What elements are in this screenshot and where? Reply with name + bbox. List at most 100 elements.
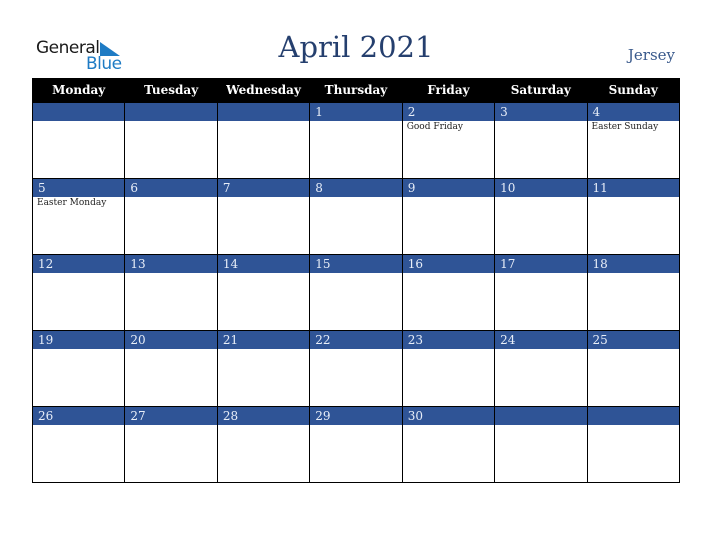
day-cell[interactable]: 8 [309,178,403,255]
day-cell[interactable]: 15 [309,254,403,331]
day-cell[interactable]: 4 Easter Sunday [586,102,681,179]
day-number: 26 [33,407,125,425]
day-cell[interactable]: 29 [309,406,403,483]
day-number: 1 [310,103,402,121]
weekday-header: Saturday [494,78,588,103]
day-cell[interactable] [494,406,588,483]
day-cell[interactable]: 24 [494,330,588,407]
holiday-label [218,349,309,350]
day-number: 27 [125,407,217,425]
weekday-header: Wednesday [216,78,311,103]
day-cell[interactable]: 11 [586,178,681,255]
week-row: 5 Easter Monday 6 7 8 9 10 11 [31,178,681,255]
day-cell[interactable]: 23 [401,330,496,407]
day-number: 23 [402,331,495,349]
day-cell[interactable]: 30 [401,406,496,483]
holiday-label [33,349,124,350]
day-number [587,407,679,425]
day-cell[interactable] [31,102,126,179]
day-cell[interactable]: 14 [216,254,311,331]
holiday-label [218,121,309,122]
day-number: 30 [402,407,495,425]
day-cell[interactable] [216,102,311,179]
day-cell[interactable]: 22 [309,330,403,407]
day-cell[interactable]: 12 [31,254,126,331]
calendar-title: April 2021 [278,30,434,64]
holiday-label [495,197,586,198]
day-cell[interactable]: 25 [586,330,681,407]
day-number: 11 [587,179,679,197]
day-cell[interactable]: 19 [31,330,126,407]
holiday-label [403,349,494,350]
day-number [495,407,587,425]
holiday-label [310,197,401,198]
day-number: 15 [310,255,402,273]
weekday-header: Thursday [309,78,403,103]
day-number: 4 [587,103,679,121]
day-cell[interactable]: 16 [401,254,496,331]
day-cell[interactable]: 18 [586,254,681,331]
holiday-label [310,273,401,274]
day-number: 18 [587,255,679,273]
holiday-label [403,197,494,198]
day-cell[interactable]: 10 [494,178,588,255]
holiday-label [495,273,586,274]
holiday-label [218,197,309,198]
weekday-header: Sunday [586,78,681,103]
day-cell[interactable]: 6 [124,178,218,255]
holiday-label: Good Friday [406,122,463,132]
weekday-header: Friday [401,78,496,103]
day-number: 21 [217,331,310,349]
week-row: 1 2 Good Friday 3 4 Easter Sunday [31,102,681,179]
holiday-label [588,273,679,274]
holiday-label [495,349,586,350]
day-number: 8 [310,179,402,197]
day-number: 28 [217,407,310,425]
day-number: 6 [125,179,217,197]
day-number [125,103,217,121]
day-number: 2 [402,103,495,121]
weekday-header: Tuesday [124,78,218,103]
holiday-label [125,121,216,122]
region-label: Jersey [627,46,675,64]
day-cell[interactable]: 27 [124,406,218,483]
day-cell[interactable]: 3 [494,102,588,179]
day-cell[interactable]: 9 [401,178,496,255]
holiday-label [33,425,124,426]
day-number: 22 [310,331,402,349]
week-row: 19 20 21 22 23 24 25 [31,330,681,407]
day-number: 16 [402,255,495,273]
day-cell[interactable]: 13 [124,254,218,331]
calendar-grid: Monday Tuesday Wednesday Thursday Friday… [31,78,681,483]
day-number [33,103,125,121]
day-number: 14 [217,255,310,273]
weekday-header-row: Monday Tuesday Wednesday Thursday Friday… [31,78,681,103]
day-cell[interactable] [124,102,218,179]
day-cell[interactable]: 26 [31,406,126,483]
holiday-label [588,349,679,350]
day-cell[interactable] [586,406,681,483]
day-cell[interactable]: 20 [124,330,218,407]
week-row: 12 13 14 15 16 17 18 [31,254,681,331]
day-cell[interactable]: 1 [309,102,403,179]
day-cell[interactable]: 5 Easter Monday [31,178,126,255]
day-number: 12 [33,255,125,273]
day-number: 29 [310,407,402,425]
day-cell[interactable]: 17 [494,254,588,331]
day-number: 5 [33,179,125,197]
holiday-label: Easter Monday [37,198,107,208]
day-cell[interactable]: 2 Good Friday [401,102,496,179]
day-number: 3 [495,103,587,121]
holiday-label [403,273,494,274]
day-number: 24 [495,331,587,349]
holiday-label [125,425,216,426]
holiday-label [495,121,586,122]
holiday-label [310,121,401,122]
holiday-label [218,273,309,274]
holiday-label [125,197,216,198]
day-cell[interactable]: 21 [216,330,311,407]
day-cell[interactable]: 7 [216,178,311,255]
day-cell[interactable]: 28 [216,406,311,483]
holiday-label [310,425,401,426]
day-number: 9 [402,179,495,197]
